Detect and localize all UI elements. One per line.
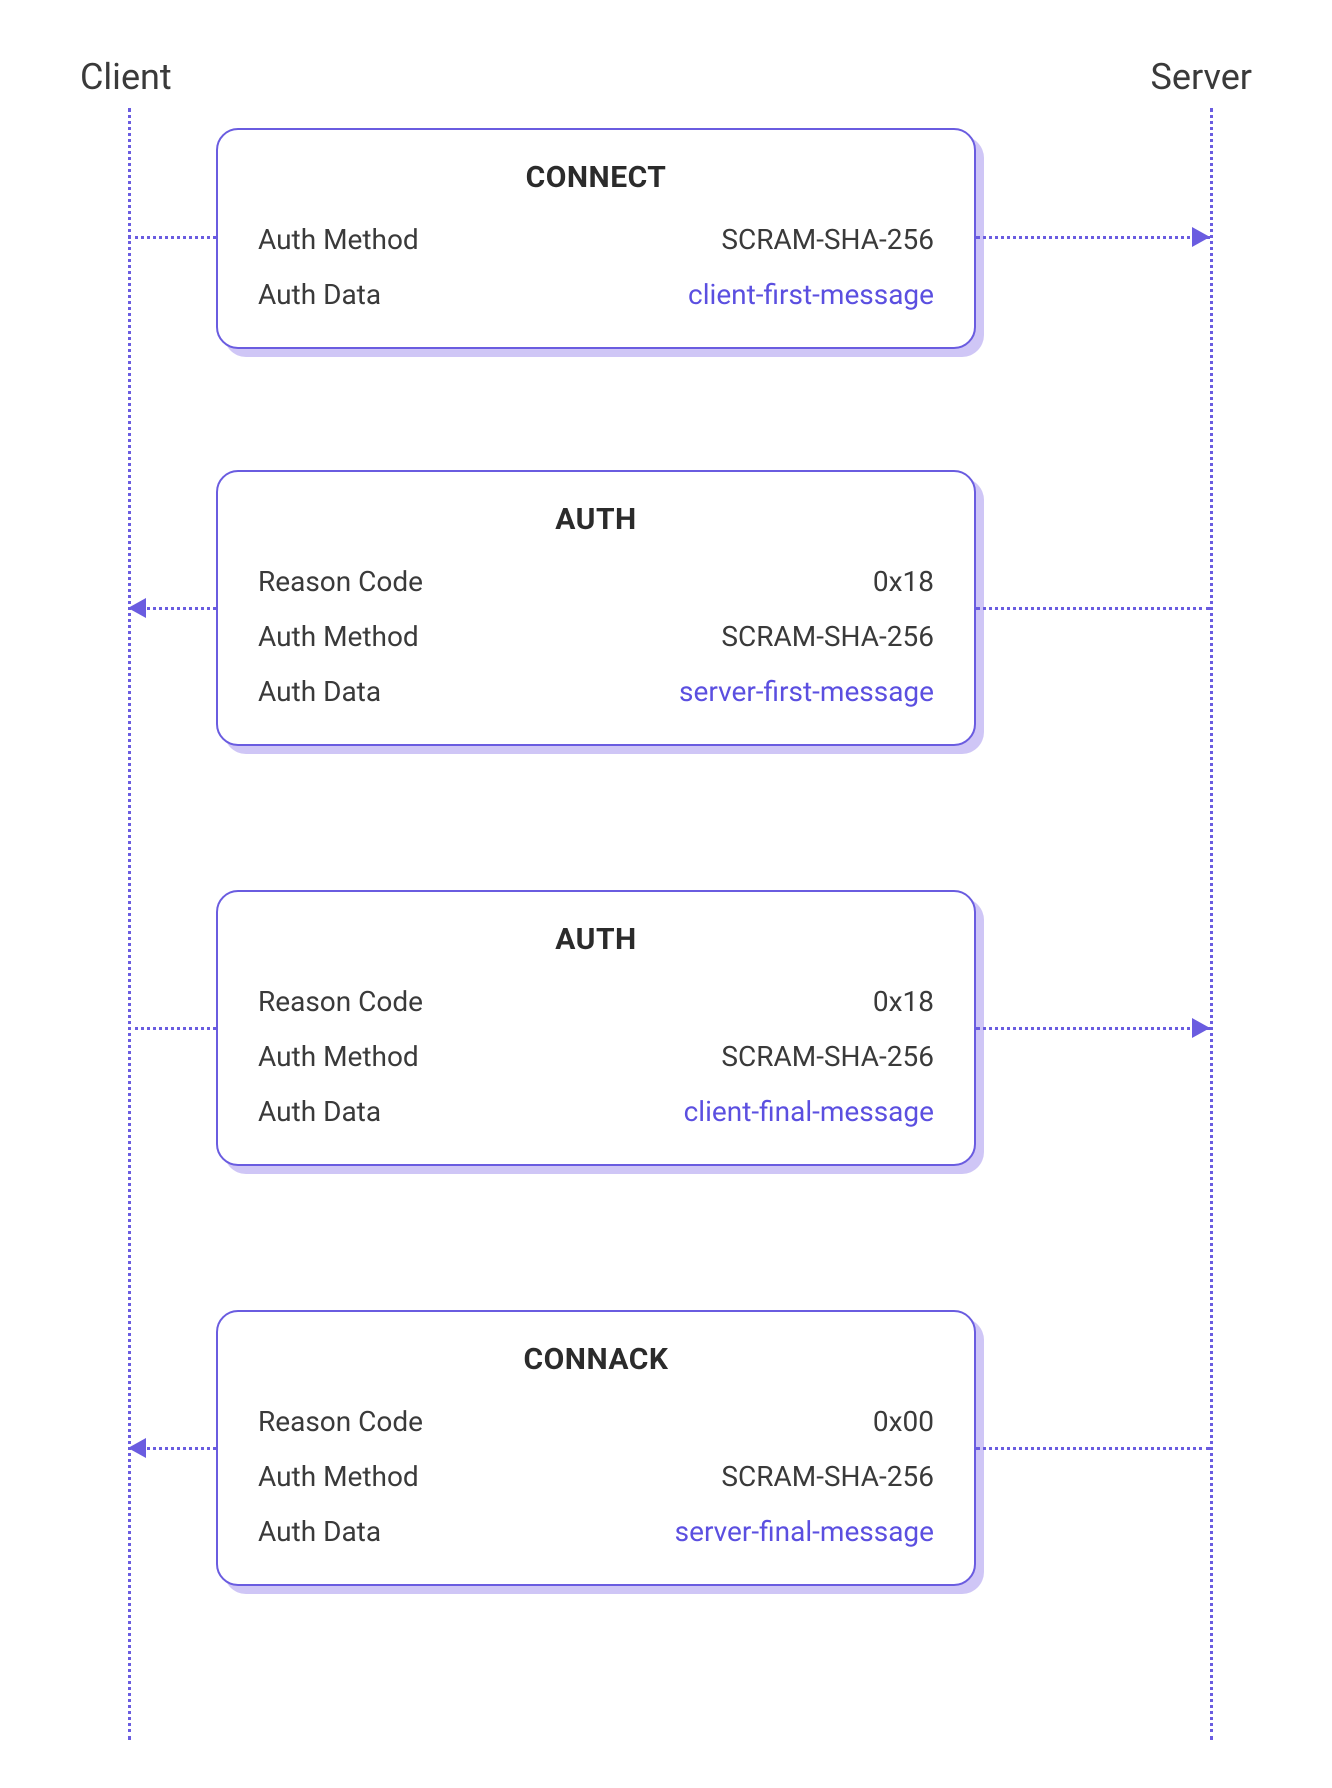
message-title: CONNACK (258, 1342, 934, 1377)
message-title: AUTH (258, 502, 934, 537)
message-row: Reason Code 0x18 (258, 985, 934, 1018)
arrow-segment (128, 1027, 216, 1030)
row-value: SCRAM-SHA-256 (721, 620, 934, 653)
message-card: AUTH Reason Code 0x18 Auth Method SCRAM-SHA-… (216, 470, 976, 746)
row-key: Auth Data (258, 278, 381, 311)
arrow-segment (976, 1027, 1210, 1030)
row-key: Auth Data (258, 675, 381, 708)
row-key: Reason Code (258, 985, 423, 1018)
row-value: server-final-message (675, 1515, 934, 1548)
message-title: CONNECT (258, 160, 934, 195)
message-row: Auth Method SCRAM-SHA-256 (258, 1460, 934, 1493)
row-value: SCRAM-SHA-256 (721, 223, 934, 256)
message-card: CONNACK Reason Code 0x00 Auth Method SCRAM-S… (216, 1310, 976, 1586)
arrow-segment (976, 607, 1210, 610)
row-value: SCRAM-SHA-256 (721, 1460, 934, 1493)
arrow-left-icon (128, 1438, 146, 1458)
message-row: Auth Data client-first-message (258, 278, 934, 311)
sequence-diagram: Client Server CONNECT Auth Method SCRAM-SH… (0, 0, 1332, 1788)
message-row: Auth Data client-final-message (258, 1095, 934, 1128)
message-row: Auth Method SCRAM-SHA-256 (258, 223, 934, 256)
row-value: client-first-message (688, 278, 934, 311)
message-row: Auth Method SCRAM-SHA-256 (258, 1040, 934, 1073)
row-value: SCRAM-SHA-256 (721, 1040, 934, 1073)
message-row: Reason Code 0x18 (258, 565, 934, 598)
row-key: Auth Data (258, 1095, 381, 1128)
arrow-segment (976, 236, 1210, 239)
row-value: client-final-message (684, 1095, 934, 1128)
message-row: Auth Data server-first-message (258, 675, 934, 708)
arrow-right-icon (1192, 1018, 1210, 1038)
row-value: server-first-message (679, 675, 934, 708)
row-key: Auth Data (258, 1515, 381, 1548)
arrow-left-icon (128, 598, 146, 618)
row-value: 0x18 (873, 565, 934, 598)
message-card: CONNECT Auth Method SCRAM-SHA-256 Auth Data… (216, 128, 976, 349)
actor-label-client: Client (80, 56, 172, 98)
row-key: Auth Method (258, 620, 419, 653)
message-row: Reason Code 0x00 (258, 1405, 934, 1438)
arrow-segment (128, 236, 216, 239)
server-lifeline (1210, 108, 1213, 1740)
row-value: 0x00 (873, 1405, 934, 1438)
row-key: Auth Method (258, 223, 419, 256)
row-key: Auth Method (258, 1040, 419, 1073)
message-title: AUTH (258, 922, 934, 957)
row-value: 0x18 (873, 985, 934, 1018)
row-key: Reason Code (258, 1405, 423, 1438)
row-key: Reason Code (258, 565, 423, 598)
message-card: AUTH Reason Code 0x18 Auth Method SCRAM-SHA-… (216, 890, 976, 1166)
arrow-right-icon (1192, 227, 1210, 247)
row-key: Auth Method (258, 1460, 419, 1493)
message-row: Auth Method SCRAM-SHA-256 (258, 620, 934, 653)
message-row: Auth Data server-final-message (258, 1515, 934, 1548)
client-lifeline (128, 108, 131, 1740)
actor-label-server: Server (1151, 56, 1252, 98)
arrow-segment (976, 1447, 1210, 1450)
